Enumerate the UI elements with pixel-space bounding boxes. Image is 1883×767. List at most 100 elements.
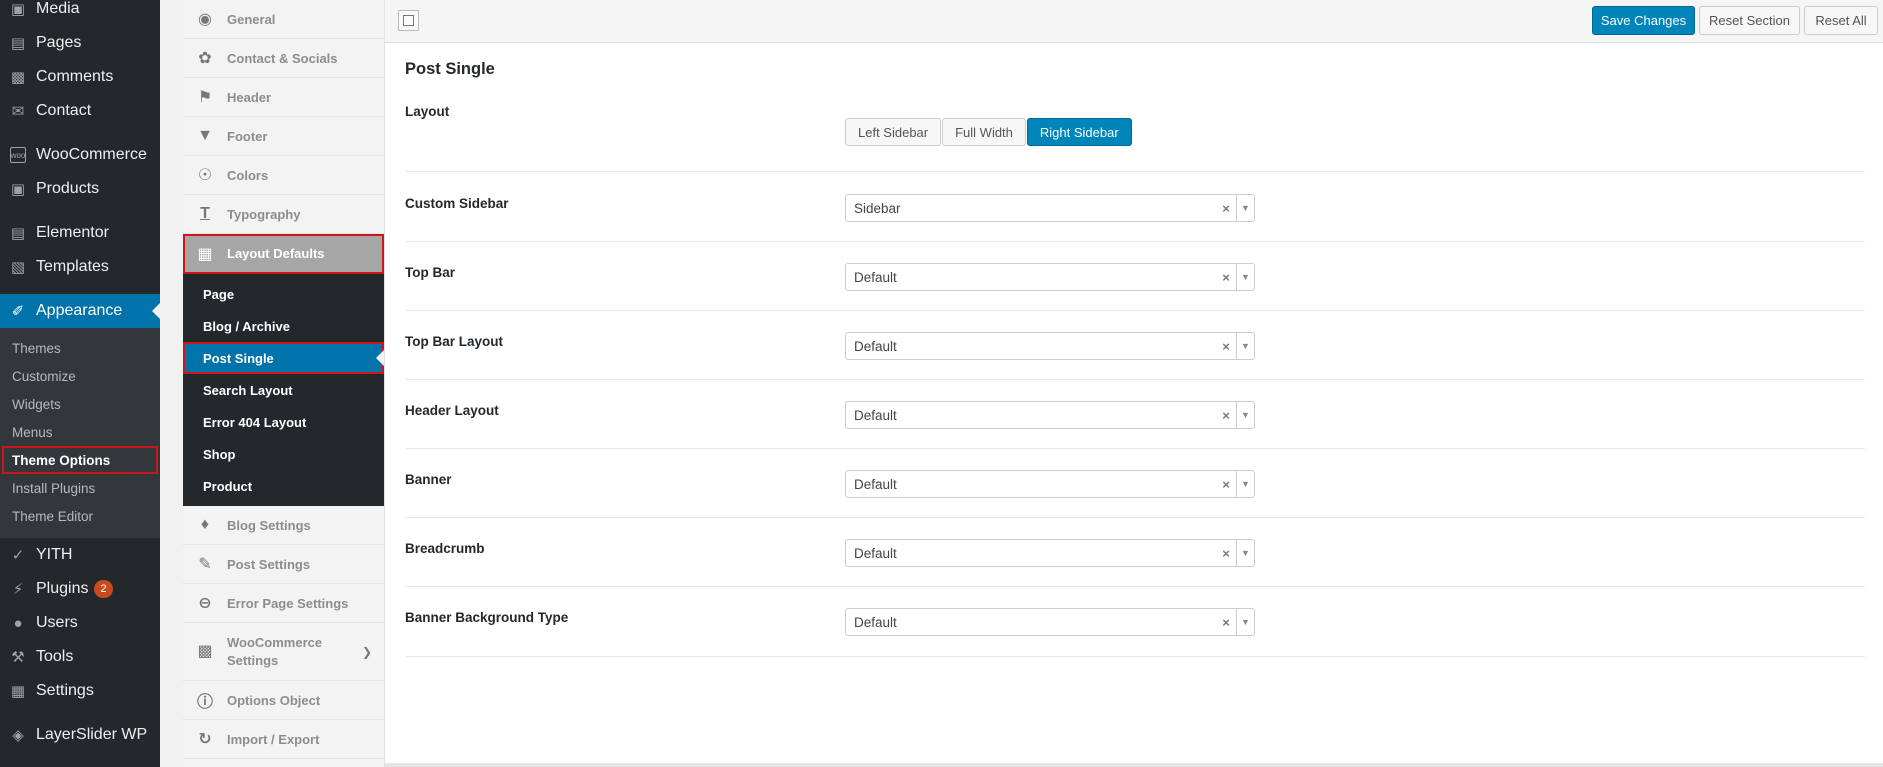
options-menu-general[interactable]: ◉ General <box>183 0 384 39</box>
menu-item-comments[interactable]: ▩ Comments <box>0 60 160 94</box>
clear-icon[interactable]: × <box>1216 201 1236 216</box>
clear-icon[interactable]: × <box>1216 477 1236 492</box>
options-menu-colors[interactable]: ☉ Colors <box>183 156 384 195</box>
dropdown-arrow-icon[interactable]: ▼ <box>1236 609 1254 635</box>
field-label: Banner Background Type <box>405 610 569 625</box>
templates-icon: ▧ <box>10 259 26 276</box>
options-menu-footer[interactable]: ▼ Footer <box>183 117 384 156</box>
options-submenu-post-single[interactable]: Post Single <box>183 342 384 374</box>
settings-icon: ▦ <box>10 683 26 700</box>
dropdown-arrow-icon[interactable]: ▼ <box>1236 540 1254 566</box>
menu-item-media[interactable]: ▣ Media <box>0 0 160 26</box>
reset-all-button[interactable]: Reset All <box>1804 6 1878 35</box>
options-content: Post Single Layout Left Sidebar Full Wid… <box>385 43 1883 763</box>
options-menu-post-settings[interactable]: ✎ Post Settings <box>183 545 384 584</box>
menu-item-tools[interactable]: ⚒ Tools <box>0 640 160 674</box>
submenu-item-theme-options[interactable]: Theme Options <box>2 446 158 474</box>
admin-sidebar: ▣ Media ▤ Pages ▩ Comments ✉ Contact woo WooC… <box>0 0 160 767</box>
options-submenu-page[interactable]: Page <box>183 278 384 310</box>
yith-icon: ✓ <box>11 547 25 564</box>
clear-icon[interactable]: × <box>1216 339 1236 354</box>
text-icon: T <box>200 205 210 222</box>
submenu-item-customize[interactable]: Customize <box>0 362 160 390</box>
chevron-down-icon[interactable]: ❯ <box>362 643 372 661</box>
clear-icon[interactable]: × <box>1216 408 1236 423</box>
banner-select[interactable]: Default × ▼ <box>845 470 1255 498</box>
header-layout-select[interactable]: Default × ▼ <box>845 401 1255 429</box>
submenu-item-install-plugins[interactable]: Install Plugins <box>0 474 160 502</box>
top-bar-layout-select[interactable]: Default × ▼ <box>845 332 1255 360</box>
options-submenu-shop[interactable]: Shop <box>183 438 384 470</box>
options-toolbar: Save Changes Reset Section Reset All <box>385 0 1883 43</box>
menu-item-users[interactable]: ● Users <box>0 606 160 640</box>
dropdown-arrow-icon[interactable]: ▼ <box>1236 333 1254 359</box>
content-footer-strip <box>385 763 1883 767</box>
options-menu-contact-socials[interactable]: ✿ Contact & Socials <box>183 39 384 78</box>
options-submenu-search-layout[interactable]: Search Layout <box>183 374 384 406</box>
field-label: Layout <box>405 104 450 119</box>
dropdown-arrow-icon[interactable]: ▼ <box>1236 402 1254 428</box>
options-menu-import-export[interactable]: ↻ Import / Export <box>183 720 384 759</box>
options-menu-options-object[interactable]: ⓘ Options Object <box>183 681 384 720</box>
options-menu-typography[interactable]: T Typography <box>183 195 384 234</box>
layout-row: Layout Left Sidebar Full Width Right Sid… <box>405 91 1865 172</box>
menu-item-templates[interactable]: ▧ Templates <box>0 250 160 284</box>
dropdown-arrow-icon[interactable]: ▼ <box>1236 195 1254 221</box>
submenu-item-themes[interactable]: Themes <box>0 334 160 362</box>
clear-icon[interactable]: × <box>1216 615 1236 630</box>
elementor-icon: ▤ <box>10 225 26 242</box>
menu-item-contact[interactable]: ✉ Contact <box>0 94 160 128</box>
options-menu-woocommerce-settings[interactable]: ▩ WooCommerce Settings ❯ <box>183 623 384 681</box>
menu-item-layerslider[interactable]: ◈ LayerSlider WP <box>0 718 160 752</box>
plugins-icon: ⚡ <box>12 581 24 598</box>
globe-icon: ◉ <box>198 11 212 28</box>
options-menu-header[interactable]: ⚑ Header <box>183 78 384 117</box>
clear-icon[interactable]: × <box>1216 546 1236 561</box>
save-changes-button[interactable]: Save Changes <box>1592 6 1695 35</box>
breadcrumb-select[interactable]: Default × ▼ <box>845 539 1255 567</box>
expand-options-button[interactable] <box>398 10 419 31</box>
custom-sidebar-select[interactable]: Sidebar × ▼ <box>845 194 1255 222</box>
menu-item-yith[interactable]: ✓ YITH <box>0 538 160 572</box>
expand-icon <box>403 15 414 26</box>
field-label: Top Bar Layout <box>405 334 504 349</box>
menu-item-plugins[interactable]: ⚡ Plugins 2 <box>0 572 160 606</box>
field-row: Top Bar Default × ▼ <box>405 242 1865 311</box>
woocommerce-icon: woo <box>10 147 26 163</box>
menu-item-appearance[interactable]: ✐ Appearance <box>0 294 160 328</box>
options-menu-layout-defaults[interactable]: ▦ Layout Defaults <box>183 234 384 274</box>
options-menu: ◉ General ✿ Contact & Socials ⚑ Header ▼ Foo… <box>183 0 385 767</box>
field-label: Header Layout <box>405 403 499 418</box>
dropdown-arrow-icon[interactable]: ▼ <box>1236 264 1254 290</box>
field-row: Custom Sidebar Sidebar × ▼ <box>405 173 1865 242</box>
field-label: Banner <box>405 472 452 487</box>
options-menu-blog-settings[interactable]: ♦ Blog Settings <box>183 506 384 545</box>
options-submenu-error-404-layout[interactable]: Error 404 Layout <box>183 406 384 438</box>
options-submenu-product[interactable]: Product <box>183 470 384 502</box>
menu-item-woocommerce[interactable]: woo WooCommerce <box>0 138 160 172</box>
top-bar-select[interactable]: Default × ▼ <box>845 263 1255 291</box>
submenu-item-widgets[interactable]: Widgets <box>0 390 160 418</box>
minus-circle-icon: ⊖ <box>198 595 212 612</box>
submenu-item-menus[interactable]: Menus <box>0 418 160 446</box>
menu-item-elementor[interactable]: ▤ Elementor <box>0 216 160 250</box>
field-row: Banner Background Type Default × ▼ <box>405 587 1865 657</box>
layout-right-sidebar-button[interactable]: Right Sidebar <box>1026 118 1132 146</box>
layout-full-width-button[interactable]: Full Width <box>942 118 1026 146</box>
layout-left-sidebar-button[interactable]: Left Sidebar <box>845 118 942 146</box>
clear-icon[interactable]: × <box>1216 270 1236 285</box>
flag-icon: ⚑ <box>197 89 213 106</box>
appearance-icon: ✐ <box>11 303 25 320</box>
tools-icon: ⚒ <box>11 649 25 666</box>
options-submenu-blog-archive[interactable]: Blog / Archive <box>183 310 384 342</box>
reset-section-button[interactable]: Reset Section <box>1699 6 1800 35</box>
section-title: Post Single <box>405 60 495 78</box>
dropdown-arrow-icon[interactable]: ▼ <box>1236 471 1254 497</box>
banner-background-type-select[interactable]: Default × ▼ <box>845 608 1255 636</box>
menu-item-settings[interactable]: ▦ Settings <box>0 674 160 708</box>
menu-item-products[interactable]: ▣ Products <box>0 172 160 206</box>
submenu-item-theme-editor[interactable]: Theme Editor <box>0 502 160 530</box>
menu-item-pages[interactable]: ▤ Pages <box>0 26 160 60</box>
field-label: Breadcrumb <box>405 541 485 556</box>
options-menu-error-page-settings[interactable]: ⊖ Error Page Settings <box>183 584 384 623</box>
